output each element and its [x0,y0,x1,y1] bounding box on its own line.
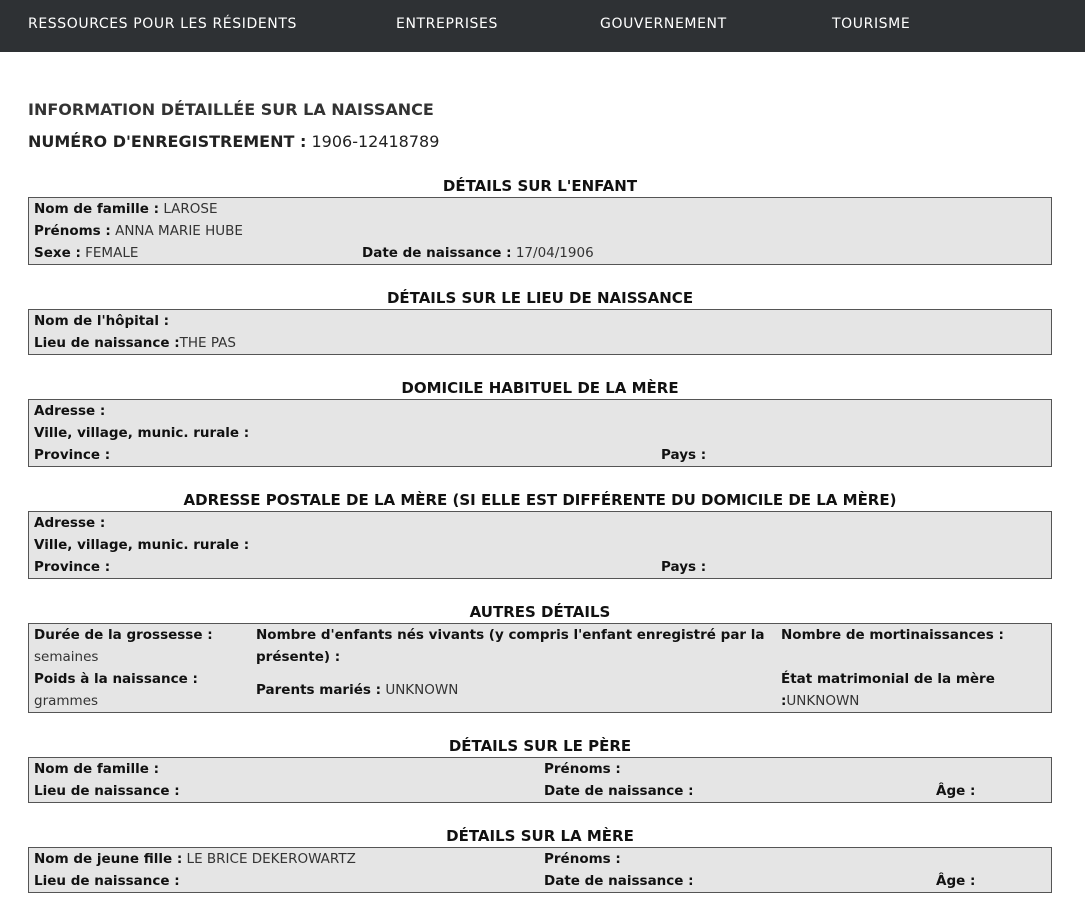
live-births-label-line2: présente) : [256,649,341,665]
birth-weight-label: Poids à la naissance : [34,671,198,687]
child-section-heading: DÉTAILS SUR L'ENFANT [442,177,638,195]
father-surname: Nom de famille : [34,761,160,777]
mother-home-country: Pays : [661,447,707,463]
father-birth-place: Lieu de naissance : [34,783,180,799]
mother-age: Âge : [936,873,976,889]
father-birth-date: Date de naissance : [544,783,694,799]
father-given-names: Prénoms : [544,761,621,777]
mother-home-province: Province : [34,447,111,463]
mother-given-names: Prénoms : [544,851,621,867]
marital-status-value: :UNKNOWN [781,693,860,709]
nav-government-link[interactable]: GOUVERNEMENT [600,16,727,32]
mother-section-heading: DÉTAILS SUR LA MÈRE [446,827,634,845]
mother-postal-address: Adresse : [34,515,106,531]
father-section-heading: DÉTAILS SUR LE PÈRE [448,737,632,755]
mother-maiden-name: Nom de jeune fille : LE BRICE DEKEROWART… [34,851,356,867]
father-age: Âge : [936,783,976,799]
mother-birth-date: Date de naissance : [544,873,694,889]
child-surname: Nom de famille : LAROSE [34,201,218,217]
pregnancy-duration-label: Durée de la grossesse : [34,627,213,643]
other-details-box: Durée de la grossesse : semaines Poids à… [28,623,1052,713]
hospital-name: Nom de l'hôpital : [34,313,170,329]
mother-postal-province: Province : [34,559,111,575]
child-sex: Sexe : FEMALE [34,245,139,261]
mother-home-address: Adresse : [34,403,106,419]
birthplace-section-heading: DÉTAILS SUR LE LIEU DE NAISSANCE [386,289,694,307]
father-details-box: Nom de famille : Prénoms : Lieu de naiss… [28,757,1052,803]
mother-home-box: Adresse : Ville, village, munic. rurale … [28,399,1052,467]
mother-postal-box: Adresse : Ville, village, munic. rurale … [28,511,1052,579]
mother-birth-place: Lieu de naissance : [34,873,180,889]
page-title: INFORMATION DÉTAILLÉE SUR LA NAISSANCE [28,100,434,119]
top-nav: RESSOURCES POUR LES RÉSIDENTS ENTREPRISE… [0,0,1085,52]
nav-business-link[interactable]: ENTREPRISES [396,16,498,32]
marital-status-label: État matrimonial de la mère [781,671,995,687]
child-given-names: Prénoms : ANNA MARIE HUBE [34,223,243,239]
birth-weight-unit: grammes [34,693,99,709]
live-births-label-line1: Nombre d'enfants nés vivants (y compris … [256,627,765,643]
registration-number: NUMÉRO D'ENREGISTREMENT : 1906-12418789 [28,132,439,151]
child-details-box: Nom de famille : LAROSE Prénoms : ANNA M… [28,197,1052,265]
mother-details-box: Nom de jeune fille : LE BRICE DEKEROWART… [28,847,1052,893]
mother-home-city: Ville, village, munic. rurale : [34,425,250,441]
registration-label: NUMÉRO D'ENREGISTREMENT : [28,132,307,151]
birth-place: Lieu de naissance :THE PAS [34,335,236,351]
mother-home-section-heading: DOMICILE HABITUEL DE LA MÈRE [401,379,679,397]
child-birth-date: Date de naissance : 17/04/1906 [362,245,594,261]
mother-postal-section-heading: ADRESSE POSTALE DE LA MÈRE (SI ELLE EST … [183,491,897,509]
registration-value: 1906-12418789 [311,132,440,151]
parents-married: Parents mariés : UNKNOWN [256,682,459,698]
nav-tourism-link[interactable]: TOURISME [832,16,910,32]
nav-residents-link[interactable]: RESSOURCES POUR LES RÉSIDENTS [28,16,297,32]
birthplace-details-box: Nom de l'hôpital : Lieu de naissance :TH… [28,309,1052,355]
mother-postal-country: Pays : [661,559,707,575]
mother-postal-city: Ville, village, munic. rurale : [34,537,250,553]
stillbirths-label: Nombre de mortinaissances : [781,627,1004,643]
other-section-heading: AUTRES DÉTAILS [469,603,611,621]
pregnancy-duration-unit: semaines [34,649,99,665]
